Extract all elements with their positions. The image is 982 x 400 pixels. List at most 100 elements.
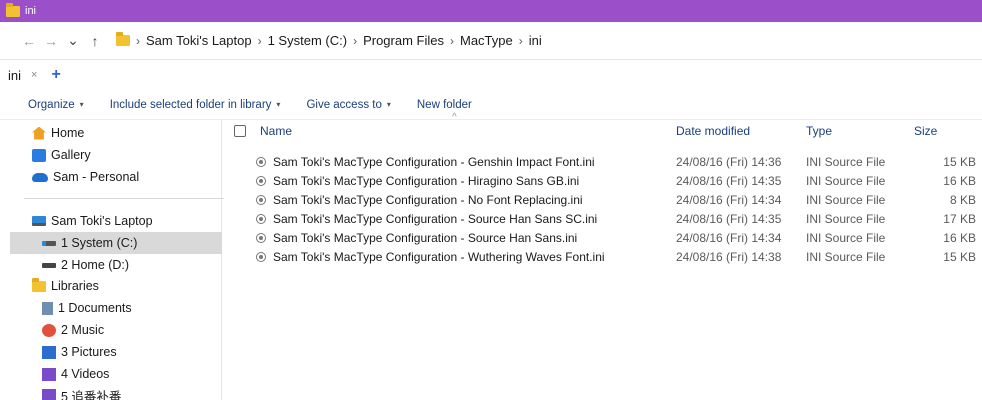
sidebar-item-label: Gallery xyxy=(51,148,91,162)
breadcrumb: › Sam Toki's Laptop › 1 System (C:) › Pr… xyxy=(116,32,542,48)
file-size: 16 KB xyxy=(943,230,976,245)
sidebar-item-gallery[interactable]: Gallery xyxy=(10,144,222,166)
sidebar-item-label: 4 Videos xyxy=(61,367,110,381)
new-folder-button[interactable]: New folder xyxy=(417,99,472,111)
forward-button[interactable]: → xyxy=(40,33,62,49)
breadcrumb-item[interactable]: ini xyxy=(529,33,542,48)
column-header-size[interactable]: Size xyxy=(914,120,937,142)
ini-file-icon xyxy=(256,251,266,262)
file-size: 16 KB xyxy=(943,173,976,188)
file-row[interactable]: Sam Toki's MacType Configuration - Hirag… xyxy=(224,171,982,190)
file-row[interactable]: Sam Toki's MacType Configuration - No Fo… xyxy=(224,190,982,209)
organize-label: Organize xyxy=(28,98,75,111)
chevron-down-icon: ▾ xyxy=(386,100,391,109)
sidebar-item-drive-c[interactable]: 1 System (C:) xyxy=(10,232,222,254)
file-row[interactable]: Sam Toki's MacType Configuration - Sourc… xyxy=(224,228,982,247)
breadcrumb-item[interactable]: MacType xyxy=(460,33,513,48)
sidebar-item-label: 3 Pictures xyxy=(61,345,117,359)
ini-file-icon xyxy=(256,194,266,205)
recent-locations-button[interactable]: ⌄ xyxy=(62,32,84,49)
file-name-cell: Sam Toki's MacType Configuration - Hirag… xyxy=(256,171,579,190)
breadcrumb-separator: › xyxy=(257,33,262,48)
breadcrumb-separator: › xyxy=(518,33,523,48)
folder-icon xyxy=(116,32,130,46)
sidebar-item-music[interactable]: 2 Music xyxy=(10,319,222,341)
sidebar-item-pictures[interactable]: 3 Pictures xyxy=(10,341,222,363)
breadcrumb-separator: › xyxy=(353,33,358,48)
breadcrumb-item[interactable]: Sam Toki's Laptop xyxy=(146,33,252,48)
column-header-date[interactable]: Date modified xyxy=(676,120,750,142)
ini-file-icon xyxy=(256,213,266,224)
file-date: 24/08/16 (Fri) 14:35 xyxy=(676,211,782,226)
tab-close-icon[interactable]: × xyxy=(31,69,37,81)
organize-menu[interactable]: Organize ▾ xyxy=(28,99,84,111)
give-access-menu[interactable]: Give access to ▾ xyxy=(306,99,390,111)
up-button[interactable]: ↑ xyxy=(84,33,106,49)
sidebar-item-documents[interactable]: 1 Documents xyxy=(10,297,222,319)
music-icon xyxy=(42,323,56,337)
include-in-library-menu[interactable]: Include selected folder in library ▾ xyxy=(110,99,281,111)
file-size: 15 KB xyxy=(943,154,976,169)
file-size: 17 KB xyxy=(943,211,976,226)
sidebar-item-videos[interactable]: 4 Videos xyxy=(10,363,222,385)
sidebar-item-onedrive[interactable]: Sam - Personal xyxy=(10,166,222,188)
breadcrumb-item[interactable]: Program Files xyxy=(363,33,444,48)
chevron-down-icon: ▾ xyxy=(79,100,84,109)
file-type: INI Source File xyxy=(806,192,886,207)
file-name: Sam Toki's MacType Configuration - Hirag… xyxy=(273,173,580,188)
title-bar: ini xyxy=(0,0,982,22)
file-type: INI Source File xyxy=(806,230,886,245)
file-type: INI Source File xyxy=(806,211,886,226)
back-button[interactable]: ← xyxy=(18,33,40,49)
documents-icon xyxy=(42,301,53,315)
tab-ini[interactable]: ini xyxy=(8,68,21,83)
include-label: Include selected folder in library xyxy=(109,98,272,111)
file-row[interactable]: Sam Toki's MacType Configuration - Gensh… xyxy=(224,152,982,171)
sidebar-item-label: 1 Documents xyxy=(58,301,132,315)
file-size: 8 KB xyxy=(949,192,976,207)
file-date: 24/08/16 (Fri) 14:35 xyxy=(676,173,782,188)
file-date: 24/08/16 (Fri) 14:34 xyxy=(676,230,782,245)
file-list: Name Date modified Type Size Sam Toki's … xyxy=(224,120,982,400)
sidebar-item-this-pc[interactable]: Sam Toki's Laptop xyxy=(10,210,222,232)
file-type: INI Source File xyxy=(806,154,886,169)
ini-file-icon xyxy=(256,232,266,243)
new-tab-button[interactable]: + xyxy=(51,66,60,84)
cloud-icon xyxy=(32,172,48,182)
file-name-cell: Sam Toki's MacType Configuration - No Fo… xyxy=(256,190,583,209)
sidebar-item-drive-d[interactable]: 2 Home (D:) xyxy=(10,254,222,276)
sidebar-item-label: 1 System (C:) xyxy=(61,236,138,250)
videos-icon xyxy=(42,367,56,381)
sidebar-item-anime[interactable]: 5 追番补番 xyxy=(10,384,222,400)
file-type: INI Source File xyxy=(806,173,886,188)
column-header-name[interactable]: Name xyxy=(260,120,292,142)
sidebar-item-label: Sam - Personal xyxy=(53,170,140,184)
sidebar-item-label: Sam Toki's Laptop xyxy=(51,214,153,228)
breadcrumb-item[interactable]: 1 System (C:) xyxy=(268,33,347,48)
file-row[interactable]: Sam Toki's MacType Configuration - Wuthe… xyxy=(224,247,982,266)
navigation-pane: Home Gallery Sam - Personal Sam Toki's L… xyxy=(10,120,224,400)
chevron-down-icon: ▾ xyxy=(276,100,281,109)
file-name: Sam Toki's MacType Configuration - No Fo… xyxy=(273,192,583,207)
command-bar: Organize ▾ Include selected folder in li… xyxy=(0,90,982,120)
gallery-icon xyxy=(32,148,46,162)
file-date: 24/08/16 (Fri) 14:34 xyxy=(676,192,782,207)
file-type: INI Source File xyxy=(806,249,886,264)
file-name-cell: Sam Toki's MacType Configuration - Wuthe… xyxy=(256,247,605,266)
laptop-icon xyxy=(32,216,46,226)
sidebar-item-label: Libraries xyxy=(51,279,99,293)
sidebar-item-libraries[interactable]: Libraries xyxy=(10,275,222,297)
new-folder-label: New folder xyxy=(416,98,472,111)
sidebar-item-label: 2 Home (D:) xyxy=(61,258,130,272)
navigation-bar: ← → ⌄ ↑ › Sam Toki's Laptop › 1 System (… xyxy=(0,22,982,60)
sidebar-item-home[interactable]: Home xyxy=(10,122,222,144)
ini-file-icon xyxy=(256,175,266,186)
file-size: 15 KB xyxy=(943,249,976,264)
column-header-type[interactable]: Type xyxy=(806,120,832,142)
sidebar-divider xyxy=(24,198,224,199)
window-title: ini xyxy=(25,5,37,17)
file-name-cell: Sam Toki's MacType Configuration - Gensh… xyxy=(256,152,595,171)
breadcrumb-separator: › xyxy=(136,33,140,48)
select-all-checkbox[interactable] xyxy=(234,125,246,137)
file-row[interactable]: Sam Toki's MacType Configuration - Sourc… xyxy=(224,209,982,228)
